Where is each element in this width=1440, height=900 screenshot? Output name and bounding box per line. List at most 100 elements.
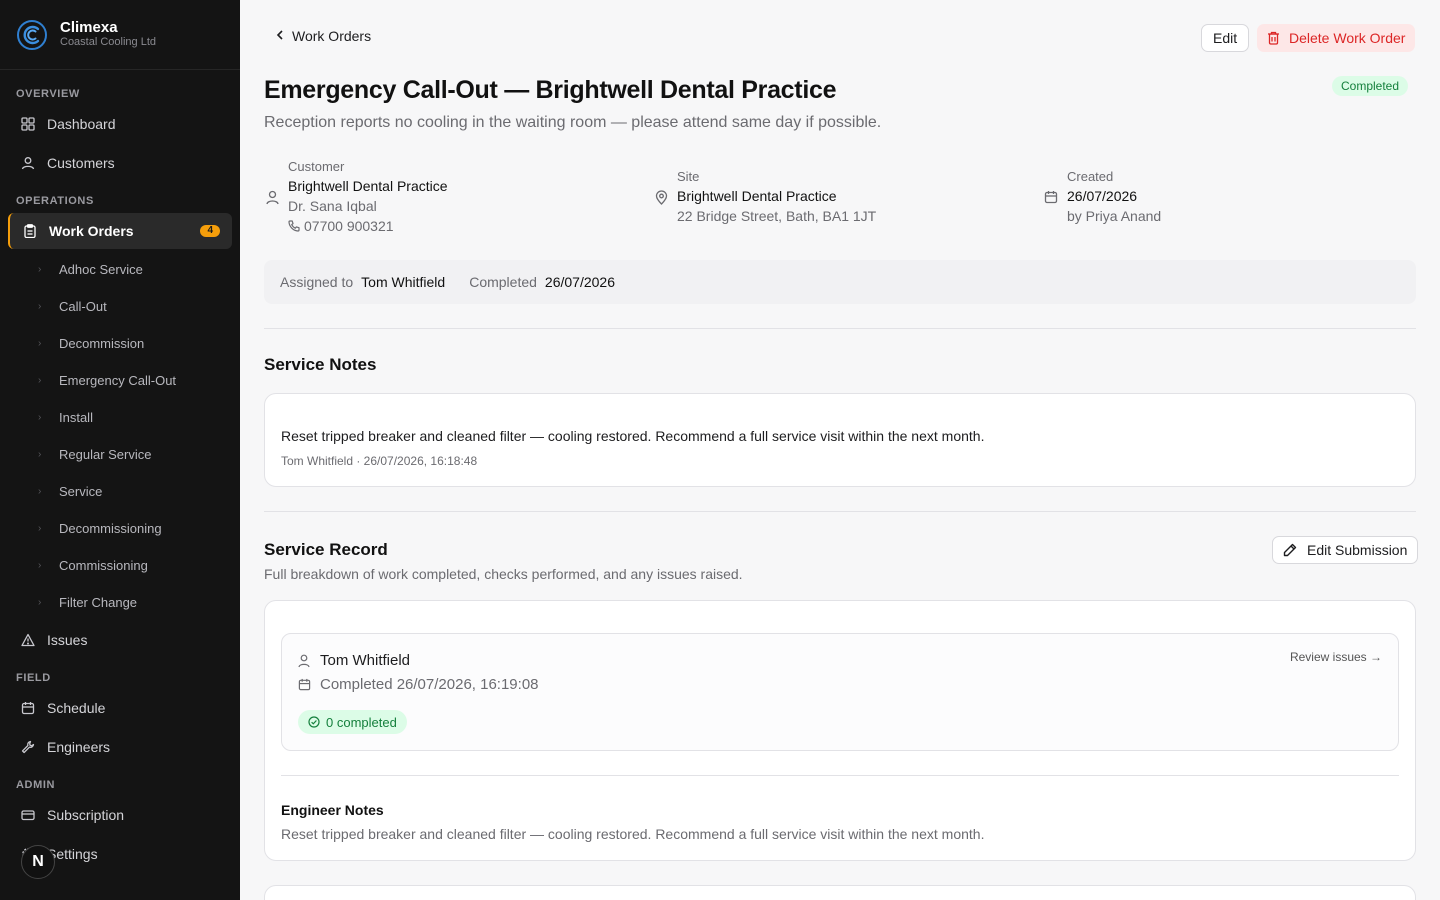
- chevron-right-icon: ›: [38, 486, 42, 497]
- sidebar-subitem-label: Decommission: [59, 336, 145, 351]
- sidebar-item-label: Customers: [47, 155, 115, 171]
- service-record-description: Full breakdown of work completed, checks…: [264, 566, 743, 582]
- main-content: Work Orders Edit Delete Work Order Compl…: [240, 0, 1440, 900]
- sidebar-subitem-label: Decommissioning: [59, 521, 162, 536]
- created-date: 26/07/2026: [1067, 188, 1138, 204]
- assigned-to-value: Tom Whitfield: [361, 274, 446, 290]
- user-icon: [264, 190, 280, 236]
- user-avatar[interactable]: N: [21, 845, 55, 879]
- chevron-right-icon: ›: [38, 560, 42, 571]
- sidebar-item-engineers[interactable]: Engineers: [8, 729, 232, 765]
- sidebar-item-label: Schedule: [47, 700, 106, 716]
- delete-button-label: Delete Work Order: [1289, 30, 1406, 46]
- sidebar-subitem-regular-service[interactable]: › Regular Service: [38, 447, 152, 462]
- assignment-bar: Assigned to Tom Whitfield Completed 26/0…: [264, 260, 1416, 304]
- sidebar-subitem-install[interactable]: › Install: [38, 410, 93, 425]
- site-address: 22 Bridge Street, Bath, BA1 1JT: [677, 208, 877, 224]
- review-issues-link[interactable]: Review issues →: [1290, 650, 1382, 664]
- sidebar-subitem-label: Filter Change: [59, 595, 138, 610]
- chevron-left-icon: [276, 29, 284, 43]
- sidebar-item-label: Dashboard: [47, 116, 116, 132]
- chevron-right-icon: ›: [38, 597, 42, 608]
- chevron-right-icon: ›: [38, 338, 42, 349]
- sidebar-item-customers[interactable]: Customers: [8, 145, 232, 181]
- sidebar-item-label: Work Orders: [49, 223, 134, 239]
- customer-label: Customer: [288, 159, 345, 174]
- sidebar-subitem-decommission[interactable]: › Decommission: [38, 336, 144, 351]
- climexa-logo-icon: [17, 19, 47, 50]
- completed-value: 26/07/2026: [544, 274, 615, 290]
- sidebar-subitem-label: Install: [59, 410, 93, 425]
- work-orders-count-badge: 4: [200, 225, 220, 237]
- engineer-notes-title: Engineer Notes: [281, 802, 384, 818]
- back-link-label: Work Orders: [292, 28, 372, 44]
- map-pin-icon: [653, 190, 669, 226]
- calendar-icon: [298, 678, 312, 691]
- created-label: Created: [1067, 169, 1114, 184]
- engineer-notes-text: Reset tripped breaker and cleaned filter…: [281, 826, 985, 842]
- edit-button[interactable]: Edit: [1201, 24, 1250, 52]
- wrench-icon: [20, 739, 36, 755]
- customer-phone: 07700 900321: [304, 218, 394, 234]
- sidebar-subitem-commissioning[interactable]: › Commissioning: [38, 558, 148, 573]
- sidebar-subitem-adhoc-service[interactable]: › Adhoc Service: [38, 262, 143, 277]
- sidebar-subitem-call-out[interactable]: › Call-Out: [38, 299, 107, 314]
- customer-name[interactable]: Brightwell Dental Practice: [288, 176, 448, 196]
- sidebar-item-label: Issues: [47, 632, 88, 648]
- submission-engineer-row: Tom Whitfield: [298, 652, 410, 669]
- sidebar-subitem-decommissioning[interactable]: › Decommissioning: [38, 521, 162, 536]
- customer-contact: Dr. Sana Iqbal: [288, 198, 377, 214]
- created-by: by Priya Anand: [1067, 208, 1162, 224]
- section-overview: OVERVIEW: [16, 88, 80, 100]
- service-record-card: Tom Whitfield Completed 26/07/2026, 16:1…: [264, 600, 1416, 861]
- sidebar-subitem-service[interactable]: › Service: [38, 484, 102, 499]
- submission-engineer: Tom Whitfield: [320, 652, 411, 669]
- user-icon: [20, 155, 36, 171]
- clipboard-icon: [22, 223, 38, 239]
- sidebar-item-schedule[interactable]: Schedule: [8, 690, 232, 726]
- completed-label: Completed: [469, 274, 537, 290]
- section-operations: OPERATIONS: [16, 195, 94, 207]
- created-info: Created 26/07/2026 by Priya Anand: [1043, 168, 1161, 226]
- sidebar-item-label: Engineers: [47, 739, 111, 755]
- calendar-icon: [1043, 190, 1059, 226]
- sidebar-subitem-filter-change[interactable]: › Filter Change: [38, 595, 137, 610]
- service-record-title: Service Record: [264, 540, 388, 559]
- edit-submission-label: Edit Submission: [1307, 542, 1408, 558]
- site-info: Site Brightwell Dental Practice 22 Bridg…: [653, 168, 876, 226]
- submission-summary-card: Tom Whitfield Completed 26/07/2026, 16:1…: [281, 633, 1399, 751]
- section-divider: [264, 511, 1416, 512]
- page-subtitle: Reception reports no cooling in the wait…: [264, 114, 882, 131]
- sidebar-item-issues[interactable]: Issues: [8, 622, 232, 658]
- sidebar-subitem-label: Adhoc Service: [59, 262, 143, 277]
- sidebar-item-subscription[interactable]: Subscription: [8, 797, 232, 833]
- phone-icon: [288, 220, 300, 232]
- delete-work-order-button[interactable]: Delete Work Order: [1257, 24, 1416, 52]
- customer-phone-row[interactable]: 07700 900321: [288, 216, 448, 236]
- next-record-card: [264, 885, 1416, 900]
- user-icon: [298, 654, 312, 668]
- edit-submission-button[interactable]: Edit Submission: [1272, 536, 1419, 564]
- chevron-right-icon: ›: [38, 264, 42, 275]
- calendar-icon: [20, 700, 36, 716]
- back-to-work-orders-link[interactable]: Work Orders: [276, 28, 371, 44]
- site-name[interactable]: Brightwell Dental Practice: [677, 186, 876, 206]
- sidebar-subitem-label: Service: [59, 484, 103, 499]
- pencil-icon: [1283, 543, 1297, 557]
- brand[interactable]: Climexa Coastal Cooling Ltd: [0, 0, 240, 70]
- section-divider: [264, 328, 1416, 329]
- service-notes-title: Service Notes: [264, 355, 377, 374]
- trash-icon: [1267, 31, 1280, 45]
- sidebar-item-work-orders[interactable]: Work Orders 4: [8, 213, 232, 249]
- sidebar-item-dashboard[interactable]: Dashboard: [8, 106, 232, 142]
- service-note-meta: Tom Whitfield · 26/07/2026, 16:18:48: [281, 454, 478, 468]
- chevron-right-icon: ›: [38, 412, 42, 423]
- warning-triangle-icon: [20, 632, 36, 648]
- sidebar-subitem-label: Commissioning: [59, 558, 148, 573]
- section-admin: ADMIN: [16, 779, 56, 791]
- sidebar-subitem-emergency-call-out[interactable]: › Emergency Call-Out: [38, 373, 176, 388]
- status-badge: Completed: [1332, 76, 1409, 96]
- service-note-text: Reset tripped breaker and cleaned filter…: [281, 428, 985, 444]
- completed-count-badge: 0 completed: [298, 710, 407, 734]
- customer-info: Customer Brightwell Dental Practice Dr. …: [264, 158, 448, 236]
